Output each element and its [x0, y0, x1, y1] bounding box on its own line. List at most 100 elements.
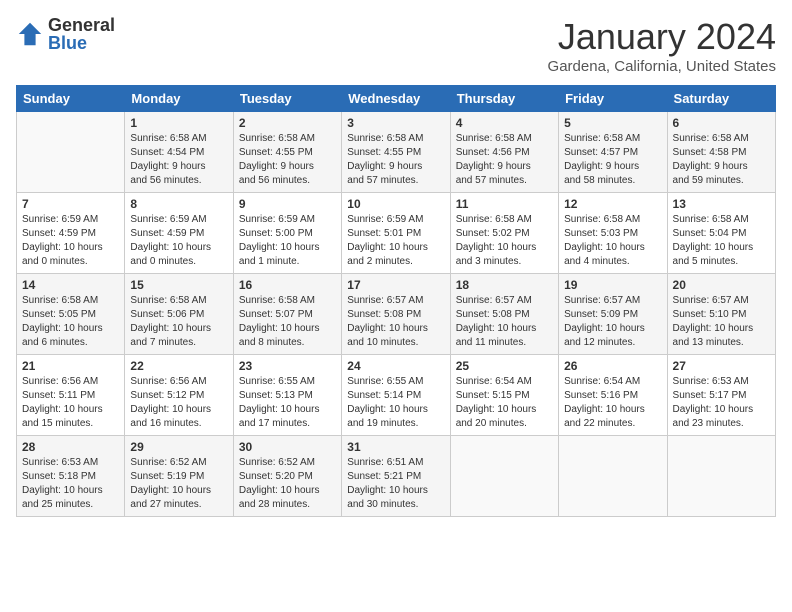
day-info: Sunrise: 6:55 AM Sunset: 5:13 PM Dayligh… [239, 375, 336, 431]
day-info: Sunrise: 6:59 AM Sunset: 5:01 PM Dayligh… [347, 213, 444, 269]
day-number: 26 [564, 359, 661, 373]
logo-general-text: General [48, 16, 115, 34]
day-number: 31 [347, 440, 444, 454]
day-number: 19 [564, 278, 661, 292]
calendar-cell: 23 Sunrise: 6:55 AM Sunset: 5:13 PM Dayli… [233, 355, 341, 436]
day-number: 13 [673, 197, 770, 211]
day-info: Sunrise: 6:58 AM Sunset: 4:56 PM Dayligh… [456, 132, 553, 188]
day-number: 3 [347, 116, 444, 130]
calendar-cell [450, 436, 558, 517]
calendar-cell: 8Sunrise: 6:59 AM Sunset: 4:59 PM Daylig… [125, 193, 233, 274]
calendar-cell: 21 Sunrise: 6:56 AM Sunset: 5:11 PM Dayli… [17, 355, 125, 436]
calendar-cell: 20Sunrise: 6:57 AM Sunset: 5:10 PM Dayli… [667, 274, 775, 355]
day-number: 17 [347, 278, 444, 292]
day-number: 16 [239, 278, 336, 292]
calendar-week-row: 14 Sunrise: 6:58 AM Sunset: 5:05 PM Dayli… [17, 274, 776, 355]
column-header-saturday: Saturday [667, 86, 775, 112]
day-info: Sunrise: 6:55 AM Sunset: 5:14 PM Dayligh… [347, 375, 444, 431]
day-number: 28 [22, 440, 119, 454]
calendar-table: SundayMondayTuesdayWednesdayThursdayFrid… [16, 85, 776, 517]
calendar-cell: 16 Sunrise: 6:58 AM Sunset: 5:07 PM Dayli… [233, 274, 341, 355]
calendar-cell: 12Sunrise: 6:58 AM Sunset: 5:03 PM Dayli… [559, 193, 667, 274]
day-info: Sunrise: 6:58 AM Sunset: 5:02 PM Dayligh… [456, 213, 553, 269]
day-info: Sunrise: 6:53 AM Sunset: 5:17 PM Dayligh… [673, 375, 770, 431]
logo-icon [16, 20, 44, 48]
day-number: 11 [456, 197, 553, 211]
day-number: 7 [22, 197, 119, 211]
calendar-cell: 31 Sunrise: 6:51 AM Sunset: 5:21 PM Dayli… [342, 436, 450, 517]
location-subtitle: Gardena, California, United States [548, 58, 776, 75]
column-header-wednesday: Wednesday [342, 86, 450, 112]
calendar-week-row: 28Sunrise: 6:53 AM Sunset: 5:18 PM Dayli… [17, 436, 776, 517]
page-header: General Blue January 2024 Gardena, Calif… [16, 16, 776, 75]
column-header-friday: Friday [559, 86, 667, 112]
day-info: Sunrise: 6:58 AM Sunset: 4:55 PM Dayligh… [347, 132, 444, 188]
calendar-cell: 14 Sunrise: 6:58 AM Sunset: 5:05 PM Dayli… [17, 274, 125, 355]
day-info: Sunrise: 6:51 AM Sunset: 5:21 PM Dayligh… [347, 456, 444, 512]
calendar-cell: 11 Sunrise: 6:58 AM Sunset: 5:02 PM Dayli… [450, 193, 558, 274]
day-number: 14 [22, 278, 119, 292]
month-year-title: January 2024 [548, 16, 776, 58]
title-block: January 2024 Gardena, California, United… [548, 16, 776, 75]
calendar-week-row: 1Sunrise: 6:58 AM Sunset: 4:54 PM Daylig… [17, 112, 776, 193]
calendar-cell [667, 436, 775, 517]
calendar-cell: 2 Sunrise: 6:58 AM Sunset: 4:55 PM Daylig… [233, 112, 341, 193]
calendar-cell: 5 Sunrise: 6:58 AM Sunset: 4:57 PM Daylig… [559, 112, 667, 193]
calendar-cell: 9Sunrise: 6:59 AM Sunset: 5:00 PM Daylig… [233, 193, 341, 274]
calendar-cell: 6 Sunrise: 6:58 AM Sunset: 4:58 PM Daylig… [667, 112, 775, 193]
day-number: 8 [130, 197, 227, 211]
column-header-sunday: Sunday [17, 86, 125, 112]
logo-blue-text: Blue [48, 34, 115, 52]
day-info: Sunrise: 6:59 AM Sunset: 4:59 PM Dayligh… [22, 213, 119, 269]
calendar-header-row: SundayMondayTuesdayWednesdayThursdayFrid… [17, 86, 776, 112]
day-info: Sunrise: 6:58 AM Sunset: 5:04 PM Dayligh… [673, 213, 770, 269]
day-info: Sunrise: 6:56 AM Sunset: 5:11 PM Dayligh… [22, 375, 119, 431]
calendar-cell: 10 Sunrise: 6:59 AM Sunset: 5:01 PM Dayli… [342, 193, 450, 274]
calendar-cell: 30Sunrise: 6:52 AM Sunset: 5:20 PM Dayli… [233, 436, 341, 517]
day-info: Sunrise: 6:58 AM Sunset: 4:55 PM Dayligh… [239, 132, 336, 188]
calendar-cell: 13 Sunrise: 6:58 AM Sunset: 5:04 PM Dayli… [667, 193, 775, 274]
day-number: 24 [347, 359, 444, 373]
day-info: Sunrise: 6:58 AM Sunset: 5:07 PM Dayligh… [239, 294, 336, 350]
calendar-cell [559, 436, 667, 517]
calendar-cell: 25 Sunrise: 6:54 AM Sunset: 5:15 PM Dayli… [450, 355, 558, 436]
day-number: 9 [239, 197, 336, 211]
day-info: Sunrise: 6:54 AM Sunset: 5:15 PM Dayligh… [456, 375, 553, 431]
day-number: 10 [347, 197, 444, 211]
column-header-tuesday: Tuesday [233, 86, 341, 112]
day-info: Sunrise: 6:57 AM Sunset: 5:08 PM Dayligh… [456, 294, 553, 350]
day-info: Sunrise: 6:58 AM Sunset: 5:03 PM Dayligh… [564, 213, 661, 269]
day-number: 2 [239, 116, 336, 130]
day-number: 21 [22, 359, 119, 373]
day-info: Sunrise: 6:57 AM Sunset: 5:09 PM Dayligh… [564, 294, 661, 350]
day-info: Sunrise: 6:58 AM Sunset: 5:05 PM Dayligh… [22, 294, 119, 350]
day-info: Sunrise: 6:52 AM Sunset: 5:19 PM Dayligh… [130, 456, 227, 512]
calendar-cell: 28Sunrise: 6:53 AM Sunset: 5:18 PM Dayli… [17, 436, 125, 517]
day-info: Sunrise: 6:58 AM Sunset: 4:58 PM Dayligh… [673, 132, 770, 188]
day-number: 27 [673, 359, 770, 373]
day-number: 4 [456, 116, 553, 130]
logo: General Blue [16, 16, 115, 52]
day-number: 20 [673, 278, 770, 292]
calendar-cell: 7 Sunrise: 6:59 AM Sunset: 4:59 PM Daylig… [17, 193, 125, 274]
column-header-thursday: Thursday [450, 86, 558, 112]
day-number: 29 [130, 440, 227, 454]
calendar-cell: 26 Sunrise: 6:54 AM Sunset: 5:16 PM Dayli… [559, 355, 667, 436]
day-info: Sunrise: 6:56 AM Sunset: 5:12 PM Dayligh… [130, 375, 227, 431]
day-number: 23 [239, 359, 336, 373]
day-info: Sunrise: 6:58 AM Sunset: 4:57 PM Dayligh… [564, 132, 661, 188]
calendar-cell: 24 Sunrise: 6:55 AM Sunset: 5:14 PM Dayli… [342, 355, 450, 436]
calendar-cell: 1Sunrise: 6:58 AM Sunset: 4:54 PM Daylig… [125, 112, 233, 193]
calendar-cell: 19 Sunrise: 6:57 AM Sunset: 5:09 PM Dayli… [559, 274, 667, 355]
calendar-cell: 29 Sunrise: 6:52 AM Sunset: 5:19 PM Dayli… [125, 436, 233, 517]
calendar-cell [17, 112, 125, 193]
day-number: 5 [564, 116, 661, 130]
calendar-cell: 18Sunrise: 6:57 AM Sunset: 5:08 PM Dayli… [450, 274, 558, 355]
calendar-cell: 4 Sunrise: 6:58 AM Sunset: 4:56 PM Daylig… [450, 112, 558, 193]
day-info: Sunrise: 6:54 AM Sunset: 5:16 PM Dayligh… [564, 375, 661, 431]
day-number: 25 [456, 359, 553, 373]
calendar-week-row: 21 Sunrise: 6:56 AM Sunset: 5:11 PM Dayli… [17, 355, 776, 436]
day-number: 22 [130, 359, 227, 373]
calendar-week-row: 7 Sunrise: 6:59 AM Sunset: 4:59 PM Daylig… [17, 193, 776, 274]
day-number: 6 [673, 116, 770, 130]
